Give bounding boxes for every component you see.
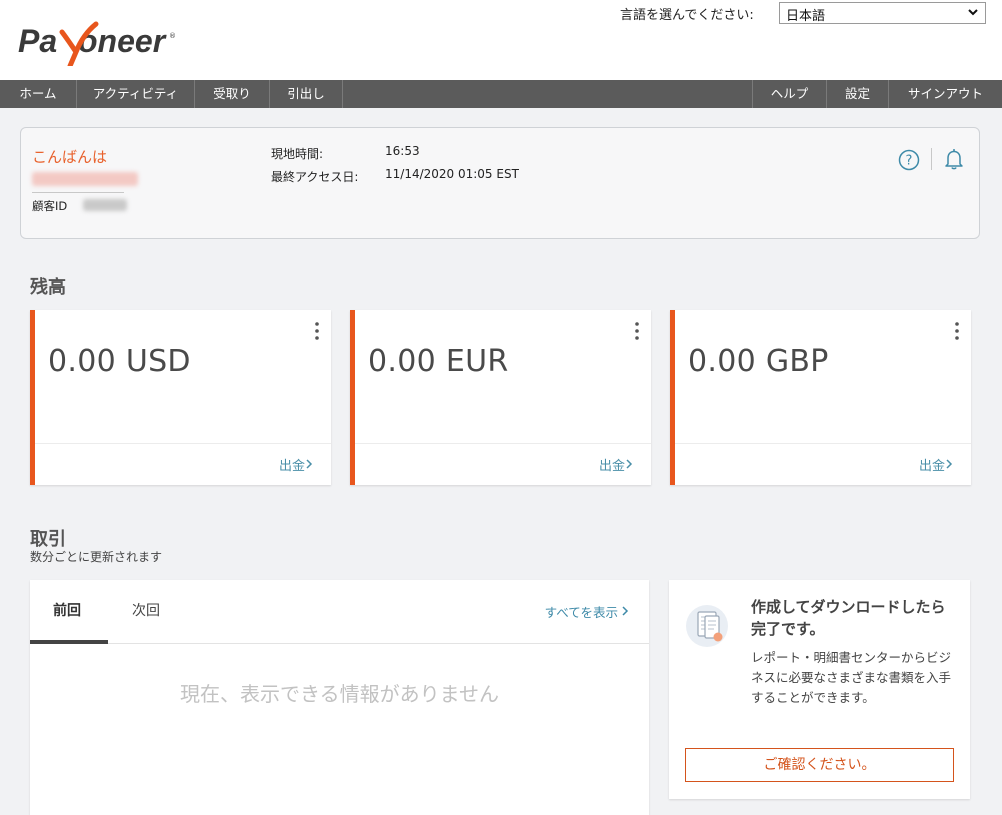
promo-text: レポート・明細書センターからビジネスに必要なさまざまな書類を入手することができま… bbox=[751, 650, 952, 705]
user-name-redacted bbox=[32, 172, 138, 186]
language-label: 言語を選んでください: bbox=[620, 8, 754, 23]
reports-promo-card: 作成してダウンロードしたら完了です。 レポート・明細書センターからビジネスに必要… bbox=[669, 580, 970, 799]
chevron-right-icon bbox=[622, 606, 629, 616]
tab-previous[interactable]: 前回 bbox=[53, 600, 81, 620]
nav-withdraw[interactable]: 引出し bbox=[270, 80, 343, 108]
help-icon[interactable]: ? bbox=[898, 149, 920, 171]
greeting-text: こんばんは bbox=[32, 148, 108, 166]
active-tab-indicator bbox=[30, 640, 108, 644]
nav-receive[interactable]: 受取り bbox=[195, 80, 270, 108]
balance-amount: 0.00 USD bbox=[48, 344, 191, 379]
svg-text:?: ? bbox=[906, 154, 913, 169]
divider bbox=[675, 443, 971, 444]
transactions-subtitle: 数分ごとに更新されます bbox=[30, 550, 163, 564]
see-all-link[interactable]: すべてを表示 bbox=[545, 602, 618, 621]
chevron-right-icon bbox=[946, 459, 953, 469]
chevron-right-icon bbox=[626, 459, 633, 469]
transactions-panel: 前回 次回 すべてを表示 現在、表示できる情報がありません bbox=[30, 580, 649, 815]
withdraw-link[interactable]: 出金 bbox=[599, 455, 625, 474]
balance-amount: 0.00 EUR bbox=[368, 344, 509, 379]
more-options-icon[interactable] bbox=[634, 321, 640, 341]
divider bbox=[355, 443, 651, 444]
promo-confirm-button[interactable]: ご確認ください。 bbox=[685, 748, 954, 782]
svg-text:®: ® bbox=[169, 32, 176, 40]
withdraw-link[interactable]: 出金 bbox=[919, 455, 945, 474]
icon-divider bbox=[931, 148, 932, 170]
nav-activity[interactable]: アクティビティ bbox=[77, 80, 195, 108]
greeting-card: こんばんは 顧客ID 現地時間: 16:53 最終アクセス日: 11/14/20… bbox=[20, 127, 980, 239]
last-access-value: 11/14/2020 01:05 EST bbox=[385, 167, 519, 181]
balance-amount: 0.00 GBP bbox=[688, 344, 829, 379]
divider bbox=[35, 443, 331, 444]
balance-card-gbp: 0.00 GBP 出金 bbox=[670, 310, 971, 485]
more-options-icon[interactable] bbox=[314, 321, 320, 341]
local-time-label: 現地時間: bbox=[271, 147, 324, 161]
nav-settings[interactable]: 設定 bbox=[826, 80, 888, 108]
divider bbox=[32, 192, 124, 193]
svg-text:Pa: Pa bbox=[18, 23, 57, 59]
balance-card-eur: 0.00 EUR 出金 bbox=[350, 310, 651, 485]
bell-icon[interactable] bbox=[942, 147, 966, 171]
empty-state-text: 現在、表示できる情報がありません bbox=[180, 682, 499, 706]
tab-next[interactable]: 次回 bbox=[132, 600, 160, 620]
withdraw-link[interactable]: 出金 bbox=[279, 455, 305, 474]
top-header: Pa oneer ® 言語を選んでください: 日本語 bbox=[0, 0, 1002, 80]
customer-id-redacted bbox=[83, 199, 127, 211]
nav-help[interactable]: ヘルプ bbox=[752, 80, 826, 108]
last-access-label: 最終アクセス日: bbox=[271, 170, 359, 184]
nav-signout[interactable]: サインアウト bbox=[888, 80, 1002, 108]
promo-title: 作成してダウンロードしたら完了です。 bbox=[751, 598, 946, 638]
language-select[interactable]: 日本語 bbox=[779, 2, 986, 24]
more-options-icon[interactable] bbox=[954, 321, 960, 341]
chevron-down-icon bbox=[968, 9, 978, 16]
document-icon bbox=[686, 605, 728, 647]
chevron-right-icon bbox=[306, 459, 313, 469]
payoneer-logo[interactable]: Pa oneer ® bbox=[18, 18, 178, 66]
main-nav: ホーム アクティビティ 受取り 引出し ヘルプ 設定 サインアウト bbox=[0, 80, 1002, 108]
tab-divider bbox=[30, 643, 649, 644]
customer-id-label: 顧客ID bbox=[32, 199, 68, 213]
nav-home[interactable]: ホーム bbox=[0, 80, 77, 108]
balances-title: 残高 bbox=[30, 277, 66, 298]
local-time-value: 16:53 bbox=[385, 144, 420, 158]
language-selected: 日本語 bbox=[786, 9, 826, 24]
balance-card-usd: 0.00 USD 出金 bbox=[30, 310, 331, 485]
